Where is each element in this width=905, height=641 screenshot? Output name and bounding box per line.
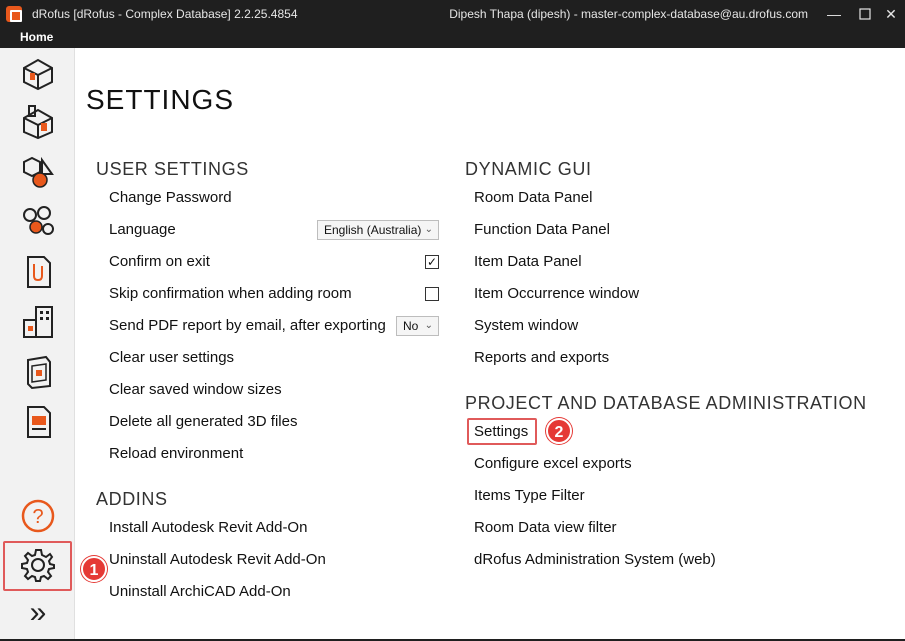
user-info: Dipesh Thapa (dipesh) - master-complex-d… [449, 7, 808, 21]
reports-exports-link[interactable]: Reports and exports [474, 349, 609, 366]
occurrence-icon[interactable] [20, 203, 56, 239]
delete-3d-files-link[interactable]: Delete all generated 3D files [109, 413, 297, 430]
section-heading-addins: ADDINS [96, 489, 168, 509]
help-icon[interactable]: ? [20, 498, 56, 534]
window-title: dRofus [dRofus - Complex Database] 2.2.2… [32, 7, 298, 21]
page-title: SETTINGS [86, 84, 235, 115]
uninstall-revit-link[interactable]: Uninstall Autodesk Revit Add-On [109, 551, 326, 568]
settings-icon[interactable] [20, 547, 56, 583]
menu-bar: Home [0, 28, 905, 48]
section-heading-dynamic-gui: DYNAMIC GUI [465, 159, 592, 179]
minimize-icon[interactable]: — [822, 4, 846, 24]
settings-link[interactable]: Settings [474, 423, 528, 440]
step-badge-1: 1 [81, 556, 107, 582]
confirm-exit-checkbox[interactable]: ✓ [425, 255, 439, 269]
uninstall-archicad-link[interactable]: Uninstall ArchiCAD Add-On [109, 583, 291, 600]
item-icon[interactable] [20, 154, 56, 190]
drofus-admin-system-link[interactable]: dRofus Administration System (web) [474, 551, 716, 568]
chevron-down-icon: ⌄ [424, 224, 433, 235]
items-type-filter-link[interactable]: Items Type Filter [474, 487, 585, 504]
report-icon[interactable] [20, 404, 56, 440]
confirm-exit-label: Confirm on exit [109, 253, 210, 270]
step-badge-2: 2 [546, 418, 572, 444]
item-occurrence-window-link[interactable]: Item Occurrence window [474, 285, 639, 302]
title-bar: dRofus [dRofus - Complex Database] 2.2.2… [0, 0, 905, 28]
configure-excel-exports-link[interactable]: Configure excel exports [474, 455, 632, 472]
system-window-link[interactable]: System window [474, 317, 578, 334]
tab-home[interactable]: Home [20, 30, 53, 44]
skip-confirm-checkbox[interactable] [425, 287, 439, 301]
send-pdf-select-value: No [403, 319, 419, 333]
install-revit-link[interactable]: Install Autodesk Revit Add-On [109, 519, 307, 536]
reload-environment-link[interactable]: Reload environment [109, 445, 243, 462]
close-icon[interactable]: ✕ [879, 4, 903, 24]
room-data-panel-link[interactable]: Room Data Panel [474, 189, 592, 206]
language-label: Language [109, 221, 176, 238]
sidebar: ? » [0, 48, 75, 641]
maximize-icon[interactable] [853, 4, 877, 24]
send-pdf-select[interactable]: No ⌄ [396, 316, 439, 336]
chevron-down-icon: ⌄ [424, 320, 433, 331]
function-icon[interactable] [20, 104, 56, 140]
skip-confirm-label: Skip confirmation when adding room [109, 285, 352, 302]
language-select[interactable]: English (Australia) ⌄ [317, 220, 439, 240]
room-data-view-filter-link[interactable]: Room Data view filter [474, 519, 617, 536]
function-data-panel-link[interactable]: Function Data Panel [474, 221, 610, 238]
change-password-link[interactable]: Change Password [109, 189, 232, 206]
item-data-panel-link[interactable]: Item Data Panel [474, 253, 582, 270]
building-icon[interactable] [20, 304, 56, 340]
section-heading-project-admin: PROJECT AND DATABASE ADMINISTRATION [465, 393, 867, 413]
drofus-logo-icon [6, 6, 22, 22]
package-icon[interactable] [20, 354, 56, 390]
help-glyph: ? [32, 506, 43, 528]
send-pdf-label: Send PDF report by email, after exportin… [109, 317, 386, 334]
expand-icon[interactable]: » [20, 596, 56, 632]
clear-window-sizes-link[interactable]: Clear saved window sizes [109, 381, 282, 398]
language-select-value: English (Australia) [324, 223, 422, 237]
room-icon[interactable] [20, 56, 56, 92]
clear-user-settings-link[interactable]: Clear user settings [109, 349, 234, 366]
document-icon[interactable] [20, 254, 56, 290]
section-heading-user-settings: USER SETTINGS [96, 159, 249, 179]
